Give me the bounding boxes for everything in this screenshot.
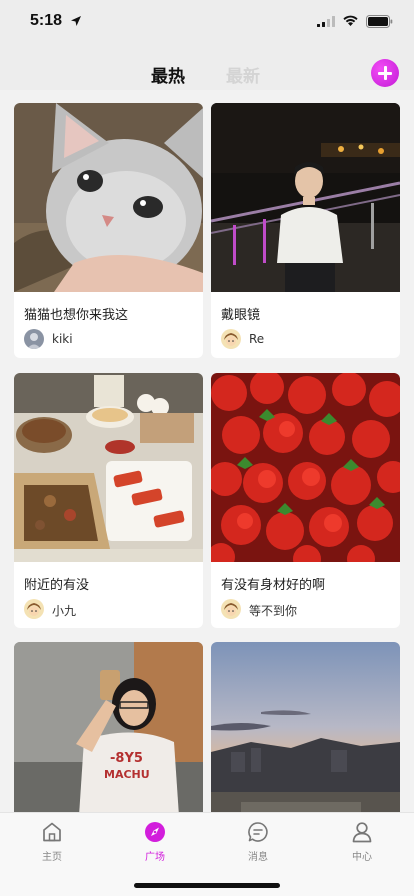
tab-messages[interactable]: 消息 xyxy=(228,821,288,863)
post-author[interactable]: 小九 xyxy=(52,602,76,619)
post-title: 有没有身材好的啊 xyxy=(221,578,326,593)
cellular-signal-icon xyxy=(317,16,335,27)
status-time: 5:18 xyxy=(30,12,63,29)
battery-icon xyxy=(366,15,393,28)
profile-icon xyxy=(352,822,372,843)
tab-latest[interactable]: 最新 xyxy=(226,62,260,87)
post-card[interactable]: 附近的有没 小九 xyxy=(14,373,203,628)
post-author[interactable]: Re xyxy=(249,332,264,346)
post-photo-cat[interactable] xyxy=(14,103,203,292)
post-photo-selfie[interactable]: -8Y5 MACHU xyxy=(14,642,203,812)
svg-text:-8Y5: -8Y5 xyxy=(110,751,143,766)
tab-profile-label: 中心 xyxy=(352,852,372,863)
avatar[interactable] xyxy=(24,329,44,349)
avatar[interactable] xyxy=(221,329,241,349)
post-card[interactable]: 猫猫也想你来我这 kiki xyxy=(14,103,203,358)
wifi-icon xyxy=(343,15,358,26)
tab-hot[interactable]: 最热 xyxy=(151,62,185,87)
post-title: 戴眼镜 xyxy=(221,308,261,323)
post-card[interactable]: 有没有身材好的啊 等不到你 xyxy=(211,373,400,628)
post-card[interactable] xyxy=(211,642,400,812)
post-title: 猫猫也想你来我这 xyxy=(24,308,129,323)
post-card[interactable]: -8Y5 MACHU xyxy=(14,642,203,812)
tab-home[interactable]: 主页 xyxy=(22,821,82,863)
status-bar: 5:18 xyxy=(0,0,414,44)
nav-bar: 最热 最新 xyxy=(0,44,414,90)
tab-messages-label: 消息 xyxy=(248,852,268,863)
tab-home-label: 主页 xyxy=(42,852,62,863)
avatar[interactable] xyxy=(24,599,44,619)
compass-icon xyxy=(145,822,165,842)
post-author[interactable]: kiki xyxy=(52,332,73,346)
post-photo-night-portrait[interactable] xyxy=(211,103,400,292)
home-indicator[interactable] xyxy=(134,883,280,888)
post-card[interactable]: 戴眼镜 Re xyxy=(211,103,400,358)
avatar[interactable] xyxy=(221,599,241,619)
post-author[interactable]: 等不到你 xyxy=(249,602,297,619)
svg-text:MACHU: MACHU xyxy=(104,768,150,781)
post-photo-food[interactable] xyxy=(14,373,203,562)
post-photo-strawberries[interactable] xyxy=(211,373,400,562)
post-feed[interactable]: 猫猫也想你来我这 kiki 戴眼镜 Re 附近的有没 小九 有没有身材好的啊 等… xyxy=(0,90,414,812)
tab-square[interactable]: 广场 xyxy=(125,821,185,863)
post-photo-sunset[interactable] xyxy=(211,642,400,812)
post-title: 附近的有没 xyxy=(24,578,90,593)
tab-square-label: 广场 xyxy=(145,852,165,863)
add-post-button[interactable] xyxy=(371,59,399,87)
tab-profile[interactable]: 中心 xyxy=(332,821,392,863)
message-icon xyxy=(248,822,268,842)
home-icon xyxy=(43,822,61,842)
location-arrow-icon xyxy=(71,16,81,26)
